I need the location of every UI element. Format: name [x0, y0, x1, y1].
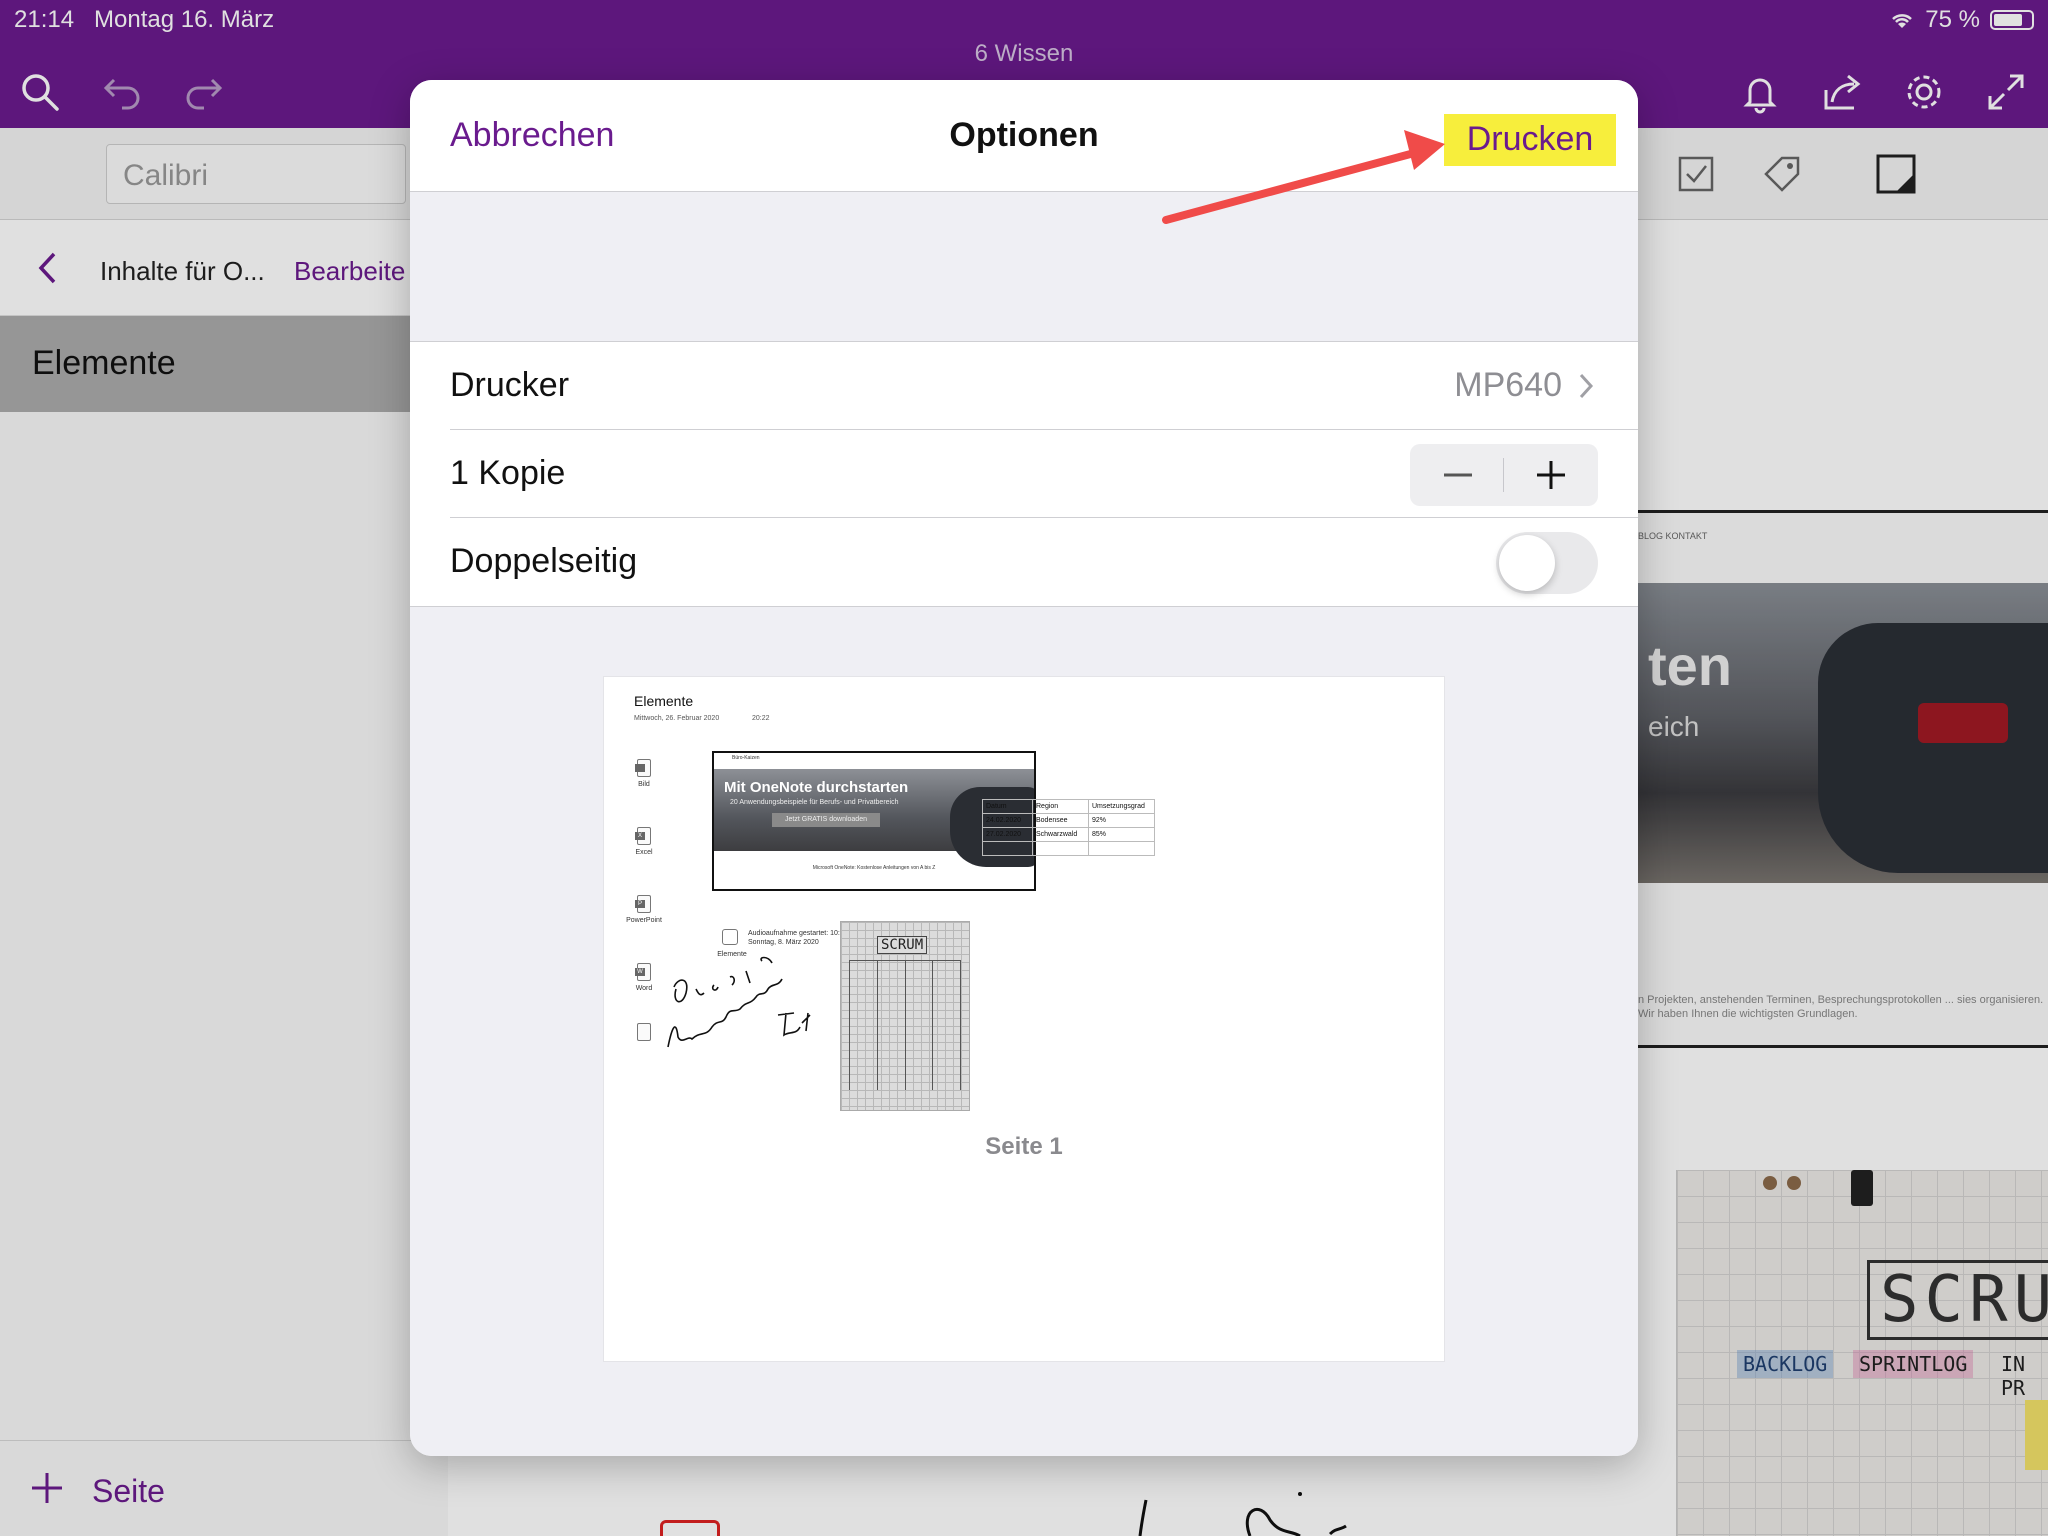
printer-value: MP640: [1454, 366, 1562, 404]
table-header: Datum: [982, 799, 1033, 814]
table-cell: [982, 841, 1033, 856]
table-cell: [1032, 841, 1089, 856]
page-number-label: Seite 1: [985, 1133, 1063, 1160]
preview-page-date: Mittwoch, 26. Februar 2020: [634, 715, 720, 722]
attachment-word: W Word: [624, 963, 664, 992]
printer-label: Drucker: [450, 366, 570, 404]
dialog-header: Abbrechen Optionen Drucken: [410, 80, 1638, 192]
excel-file-icon: X: [635, 827, 651, 845]
decrement-button[interactable]: [1410, 444, 1504, 506]
pdf-file-icon: [637, 1023, 651, 1041]
table-row: 27.02.2020 Schwarzwald 85%: [982, 827, 1155, 842]
powerpoint-file-icon: P: [635, 895, 651, 913]
handwritten-note: [667, 956, 811, 1048]
attachment-label: PowerPoint: [626, 917, 662, 924]
table-row: [982, 841, 1155, 856]
scrum-photo-thumbnail: SCRUM: [840, 921, 970, 1111]
print-preview-area: Elemente Mittwoch, 26. Februar 2020 20:2…: [410, 606, 1638, 1456]
copies-label: 1 Kopie: [450, 454, 566, 492]
table-cell: 85%: [1088, 827, 1155, 842]
scrum-mini-heading: SCRUM: [877, 936, 928, 954]
table-cell: Bodensee: [1032, 813, 1089, 828]
plus-icon: [1537, 461, 1565, 489]
duplex-row: Doppelseitig: [410, 518, 1638, 606]
table-cell: 27.02.2020: [982, 827, 1033, 842]
copies-row: 1 Kopie: [410, 430, 1638, 518]
attachment-bild: Bild: [624, 759, 664, 788]
attachment-powerpoint: P PowerPoint: [624, 895, 664, 924]
dialog-spacer: [410, 192, 1638, 342]
thumbnail-heading: Mit OneNote durchstarten: [724, 779, 909, 796]
thumbnail-button: Jetzt GRATIS downloaden: [772, 813, 880, 827]
attachment-excel: X Excel: [624, 827, 664, 856]
table-cell: [1088, 841, 1155, 856]
print-options-dialog: Abbrechen Optionen Drucken Drucker MP640…: [410, 80, 1638, 1456]
thumbnail-logo: Büro-Kaizen: [732, 755, 760, 761]
table-header-row: Datum Region Umsetzungsgrad: [982, 799, 1155, 814]
preview-page[interactable]: Elemente Mittwoch, 26. Februar 2020 20:2…: [604, 677, 1444, 1361]
table-row: 24.02.2020 Bodensee 92%: [982, 813, 1155, 828]
preview-table: Datum Region Umsetzungsgrad 24.02.2020 B…: [982, 799, 1155, 856]
toggle-knob: [1499, 535, 1555, 591]
preview-page-time: 20:22: [752, 715, 770, 722]
duplex-toggle[interactable]: [1496, 532, 1598, 594]
attachment-label: Word: [635, 985, 653, 992]
table-cell: 24.02.2020: [982, 813, 1033, 828]
table-header: Umsetzungsgrad: [1088, 799, 1155, 814]
minus-icon: [1444, 473, 1472, 477]
scrum-mini-columns: [849, 960, 961, 1090]
duplex-label: Doppelseitig: [450, 542, 638, 580]
copies-stepper: [1410, 444, 1598, 506]
attachment-pdf: [624, 1023, 664, 1045]
increment-button[interactable]: [1504, 444, 1598, 506]
print-button[interactable]: Drucken: [1444, 114, 1616, 166]
table-cell: Schwarzwald: [1032, 827, 1089, 842]
thumbnail-caption: Microsoft OneNote: Kostenlose Anleitunge…: [812, 865, 936, 871]
image-file-icon: [635, 759, 651, 777]
table-cell: 92%: [1088, 813, 1155, 828]
attachment-label: Excel: [635, 849, 653, 856]
thumbnail-subtitle: 20 Anwendungsbeispiele für Berufs- und P…: [730, 799, 899, 806]
printer-row[interactable]: Drucker MP640: [410, 342, 1638, 430]
chevron-right-icon: [1579, 373, 1594, 399]
word-file-icon: W: [635, 963, 651, 981]
table-header: Region: [1032, 799, 1089, 814]
attachment-label: Bild: [638, 781, 650, 788]
preview-page-title: Elemente: [634, 693, 694, 709]
